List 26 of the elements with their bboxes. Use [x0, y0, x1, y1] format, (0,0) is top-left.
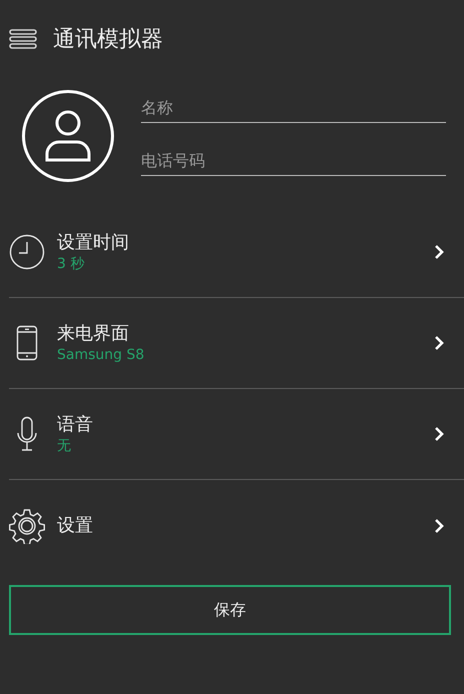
clock-icon [9, 234, 45, 270]
person-icon [45, 110, 91, 162]
menu-item[interactable]: 设置 [9, 480, 464, 571]
item-label: 来电界面 [57, 322, 130, 346]
menu-icon[interactable] [9, 29, 37, 49]
save-button[interactable]: 保存 [9, 585, 451, 635]
microphone-icon [16, 416, 38, 452]
item-value: 无 [57, 437, 72, 455]
item-value: Samsung S8 [57, 346, 146, 364]
phone-icon [16, 325, 38, 361]
item-label: 设置 [57, 514, 94, 538]
phone-field[interactable]: 电话号码 [141, 149, 446, 176]
menu-item[interactable]: 设置时间 3 秒 [9, 207, 464, 298]
avatar[interactable] [22, 90, 114, 182]
menu-item[interactable]: 来电界面 Samsung S8 [9, 298, 464, 389]
name-field[interactable]: 名称 [141, 96, 446, 123]
chevron-icon [434, 426, 444, 442]
settings-icon [9, 508, 45, 544]
menu-item[interactable]: 语音 无 [9, 389, 464, 480]
item-label: 设置时间 [57, 231, 130, 255]
app-title: 通讯模拟器 [53, 26, 163, 54]
item-label: 语音 [57, 413, 94, 437]
chevron-icon [434, 518, 444, 534]
chevron-icon [434, 335, 444, 351]
chevron-icon [434, 244, 444, 260]
item-value: 3 秒 [57, 255, 86, 273]
